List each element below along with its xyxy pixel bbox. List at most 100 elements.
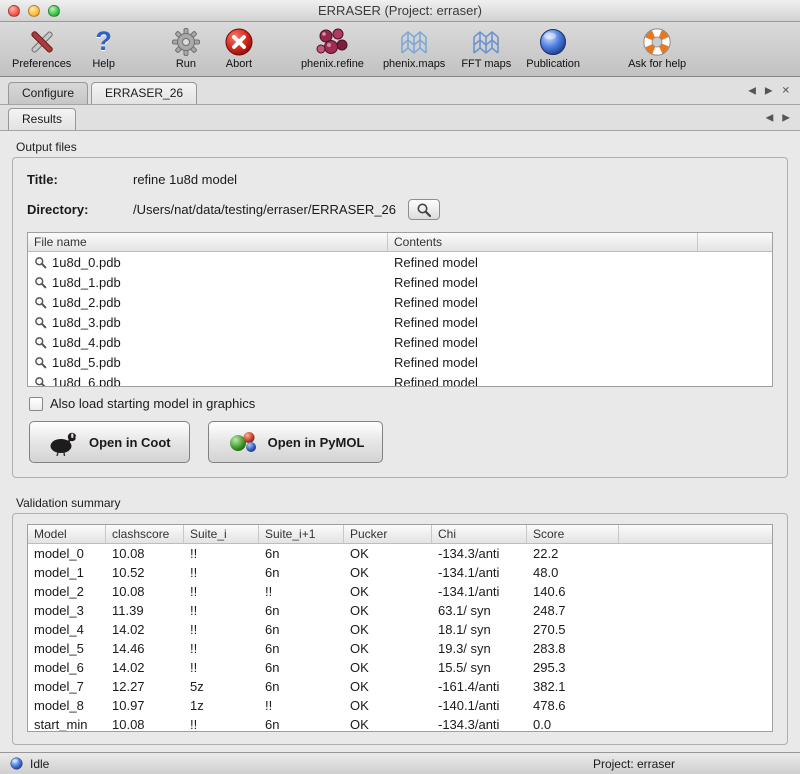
magnifier-icon <box>34 336 47 349</box>
validation-row[interactable]: start_min 10.08 !! 6n OK -134.3/anti 0.0 <box>28 715 772 731</box>
suite-i1-cell: 6n <box>259 641 344 656</box>
score-cell: 283.8 <box>527 641 619 656</box>
coot-bird-icon <box>48 429 80 456</box>
browse-directory-button[interactable] <box>408 199 440 220</box>
model-cell: model_8 <box>28 698 106 713</box>
results-scroll-right-icon[interactable]: ▶ <box>782 112 790 123</box>
window-title: ERRASER (Project: erraser) <box>318 3 482 18</box>
validation-summary-group: Model clashscore Suite_i Suite_i+1 Pucke… <box>12 513 788 745</box>
validation-row[interactable]: model_8 10.97 1z !! OK -140.1/anti 478.6 <box>28 696 772 715</box>
tab-erraser-26[interactable]: ERRASER_26 <box>91 82 197 104</box>
load-starting-model-row: Also load starting model in graphics <box>29 396 773 411</box>
suite-i1-cell: !! <box>259 584 344 599</box>
validation-row[interactable]: model_7 12.27 5z 6n OK -161.4/anti 382.1 <box>28 677 772 696</box>
chi-cell: 15.5/ syn <box>432 660 527 675</box>
score-cell: 382.1 <box>527 679 619 694</box>
help-button[interactable]: ? Help <box>86 25 121 70</box>
toolbar-label: Preferences <box>12 58 71 70</box>
model-cell: model_5 <box>28 641 106 656</box>
output-file-row[interactable]: 1u8d_6.pdb Refined model <box>28 372 772 386</box>
column-header-clashscore[interactable]: clashscore <box>106 525 184 543</box>
magnifier-icon <box>34 296 47 309</box>
fft-maps-icon <box>471 25 501 58</box>
load-starting-model-checkbox[interactable] <box>29 397 43 411</box>
open-in-pymol-button[interactable]: Open in PyMOL <box>208 421 384 463</box>
preferences-icon <box>26 25 58 58</box>
column-header-filler <box>619 525 772 543</box>
validation-row[interactable]: model_6 14.02 !! 6n OK 15.5/ syn 295.3 <box>28 658 772 677</box>
tab-scroll-left-icon[interactable]: ◀ <box>748 85 756 96</box>
output-file-row[interactable]: 1u8d_0.pdb Refined model <box>28 252 772 272</box>
column-header-chi[interactable]: Chi <box>432 525 527 543</box>
suite-i-cell: !! <box>184 717 259 731</box>
column-header-pucker[interactable]: Pucker <box>344 525 432 543</box>
open-in-coot-label: Open in Coot <box>89 435 171 450</box>
zoom-window-button[interactable] <box>48 5 60 17</box>
clashscore-cell: 10.08 <box>106 584 184 599</box>
results-scroll-left-icon[interactable]: ◀ <box>766 112 774 123</box>
suite-i-cell: !! <box>184 641 259 656</box>
file-contents: Refined model <box>388 335 698 350</box>
validation-row[interactable]: model_0 10.08 !! 6n OK -134.3/anti 22.2 <box>28 544 772 563</box>
fft-maps-button[interactable]: FFT maps <box>455 25 517 70</box>
open-in-coot-button[interactable]: Open in Coot <box>29 421 190 463</box>
traffic-lights <box>8 5 60 17</box>
output-file-row[interactable]: 1u8d_1.pdb Refined model <box>28 272 772 292</box>
tab-results[interactable]: Results <box>8 108 76 130</box>
file-contents: Refined model <box>388 295 698 310</box>
file-contents: Refined model <box>388 315 698 330</box>
tab-close-icon[interactable]: ✕ <box>782 85 790 96</box>
pucker-cell: OK <box>344 603 432 618</box>
publication-button[interactable]: Publication <box>520 25 586 70</box>
open-in-pymol-label: Open in PyMOL <box>268 435 365 450</box>
minimize-window-button[interactable] <box>28 5 40 17</box>
results-tab-bar: Results ◀ ▶ <box>0 105 800 131</box>
abort-button[interactable]: Abort <box>219 25 259 70</box>
validation-table: Model clashscore Suite_i Suite_i+1 Pucke… <box>27 524 773 732</box>
validation-row[interactable]: model_5 14.46 !! 6n OK 19.3/ syn 283.8 <box>28 639 772 658</box>
output-file-row[interactable]: 1u8d_3.pdb Refined model <box>28 312 772 332</box>
ask-for-help-button[interactable]: Ask for help <box>622 25 692 70</box>
column-header-contents[interactable]: Contents <box>388 233 698 251</box>
toolbar-label: Help <box>92 58 115 70</box>
chi-cell: 63.1/ syn <box>432 603 527 618</box>
pucker-cell: OK <box>344 698 432 713</box>
tab-scroll-right-icon[interactable]: ▶ <box>765 85 773 96</box>
column-header-model[interactable]: Model <box>28 525 106 543</box>
run-button[interactable]: Run <box>165 25 207 70</box>
magnifier-icon <box>34 256 47 269</box>
output-file-row[interactable]: 1u8d_2.pdb Refined model <box>28 292 772 312</box>
status-sphere-icon <box>10 757 23 770</box>
close-window-button[interactable] <box>8 5 20 17</box>
suite-i-cell: !! <box>184 584 259 599</box>
tab-configure[interactable]: Configure <box>8 82 88 104</box>
output-file-row[interactable]: 1u8d_5.pdb Refined model <box>28 352 772 372</box>
output-file-row[interactable]: 1u8d_4.pdb Refined model <box>28 332 772 352</box>
validation-row[interactable]: model_1 10.52 !! 6n OK -134.1/anti 48.0 <box>28 563 772 582</box>
file-contents: Refined model <box>388 375 698 387</box>
suite-i1-cell: !! <box>259 698 344 713</box>
file-contents: Refined model <box>388 255 698 270</box>
clashscore-cell: 10.97 <box>106 698 184 713</box>
model-cell: model_3 <box>28 603 106 618</box>
clashscore-cell: 14.46 <box>106 641 184 656</box>
phenix-refine-button[interactable]: phenix.refine <box>295 25 370 70</box>
clashscore-cell: 14.02 <box>106 622 184 637</box>
output-files-group-label: Output files <box>16 140 788 154</box>
validation-row[interactable]: model_3 11.39 !! 6n OK 63.1/ syn 248.7 <box>28 601 772 620</box>
directory-row: Directory: /Users/nat/data/testing/erras… <box>27 199 773 220</box>
pucker-cell: OK <box>344 565 432 580</box>
column-header-suite-i1[interactable]: Suite_i+1 <box>259 525 344 543</box>
project-label: Project: erraser <box>593 757 675 771</box>
pymol-icon <box>227 429 259 456</box>
validation-row[interactable]: model_4 14.02 !! 6n OK 18.1/ syn 270.5 <box>28 620 772 639</box>
column-header-score[interactable]: Score <box>527 525 619 543</box>
phenix-maps-button[interactable]: phenix.maps <box>377 25 451 70</box>
column-header-suite-i[interactable]: Suite_i <box>184 525 259 543</box>
suite-i1-cell: 6n <box>259 622 344 637</box>
validation-row[interactable]: model_2 10.08 !! !! OK -134.1/anti 140.6 <box>28 582 772 601</box>
model-cell: start_min <box>28 717 106 731</box>
column-header-file-name[interactable]: File name <box>28 233 388 251</box>
magnifier-icon <box>416 202 432 218</box>
preferences-button[interactable]: Preferences <box>6 25 77 70</box>
